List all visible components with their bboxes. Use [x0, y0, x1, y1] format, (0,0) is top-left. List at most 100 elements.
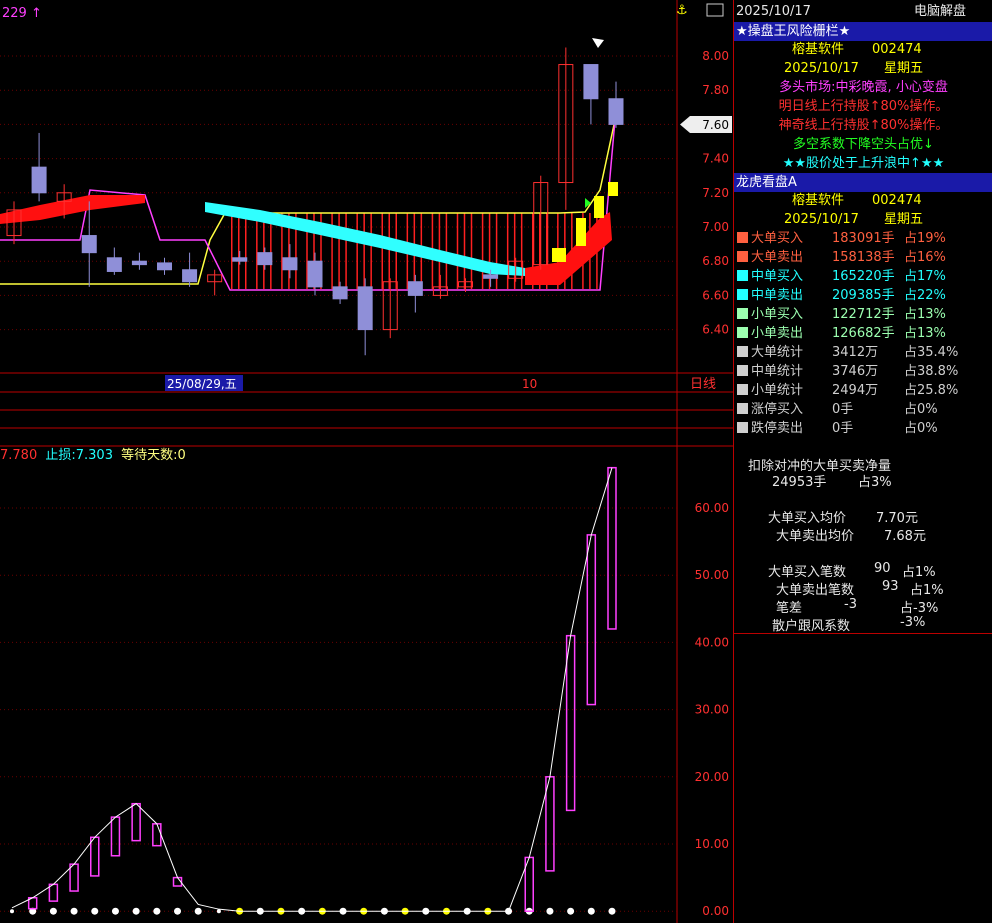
flow-swatch — [737, 403, 748, 414]
flow-label: 大单统计 — [751, 345, 804, 360]
flow-pct: 占13% — [904, 326, 946, 341]
flow-value: 3746万 — [832, 364, 879, 379]
price-tick: 7.20 — [702, 186, 729, 200]
buy-cnt-label: 大单买入笔数 — [768, 565, 847, 580]
date2: 2025/10/17 — [784, 61, 859, 76]
baseline-dot — [49, 907, 57, 915]
flow-value: 0手 — [832, 421, 854, 436]
flow-row: 大单统计 3412万 占35.4% — [734, 343, 992, 362]
sell-avg-label: 大单卖出均价 — [776, 529, 855, 544]
section2-header[interactable]: 龙虎看盘A — [734, 173, 992, 192]
candle-body[interactable] — [31, 166, 47, 194]
stock-code: 002474 — [872, 42, 922, 57]
flow-value: 165220手 — [832, 269, 895, 284]
line2: 明日线上行持股↑80%操作。 — [778, 99, 949, 114]
flow-pct: 占25.8% — [904, 383, 959, 398]
flow-value: 126682手 — [832, 326, 895, 341]
flow-label: 中单统计 — [751, 364, 804, 379]
flow-value: 209385手 — [832, 288, 895, 303]
weekday-2: 星期五 — [884, 212, 924, 227]
flow-swatch — [737, 270, 748, 281]
price-tick: 8.00 — [702, 49, 729, 63]
flow-pct: 占19% — [904, 231, 946, 246]
anchor-icon[interactable]: ⚓ — [676, 3, 688, 18]
baseline-dot — [70, 907, 78, 915]
candle-body[interactable] — [407, 281, 423, 296]
candle-body[interactable] — [257, 252, 273, 266]
sell-avg: 7.68元 — [884, 529, 926, 544]
retail: -3% — [900, 615, 926, 630]
flow-row: 小单卖出 126682手 占13% — [734, 324, 992, 343]
diff-label: 笔差 — [776, 601, 803, 616]
flow-row: 小单统计 2494万 占25.8% — [734, 381, 992, 400]
date3: 2025/10/17 — [784, 212, 859, 227]
flow-pct: 占13% — [904, 307, 946, 322]
candle-body[interactable] — [332, 286, 348, 300]
candle-body[interactable] — [106, 257, 122, 272]
flow-swatch — [737, 384, 748, 395]
sell-cnt: 93 — [882, 579, 899, 594]
flow-pct: 占35.4% — [904, 345, 959, 360]
flow-row: 涨停买入 0手 占0% — [734, 400, 992, 419]
stock-code-2: 002474 — [872, 193, 922, 208]
baseline-dot — [111, 907, 119, 915]
flow-swatch — [737, 365, 748, 376]
section1-header[interactable]: ★操盘王风险栅栏★ — [734, 22, 992, 41]
net-value: 24953手 — [772, 475, 827, 490]
buy-avg-label: 大单买入均价 — [768, 511, 847, 526]
flow-value: 0手 — [832, 402, 854, 417]
candle-body[interactable] — [232, 257, 248, 262]
flow-label: 大单买入 — [751, 231, 804, 246]
right-panel: 2025/10/17 电脑解盘 ★操盘王风险栅栏★ 榕基软件 002474 20… — [733, 0, 992, 923]
price-tick: 7.00 — [702, 220, 729, 234]
diff-pct: 占-3% — [900, 601, 939, 616]
period-label[interactable]: 日线 — [690, 377, 716, 392]
flow-swatch — [737, 346, 748, 357]
price-tick: 7.80 — [702, 83, 729, 97]
signal-box — [552, 248, 566, 262]
top-left-label: 229 ↑ — [2, 6, 42, 21]
flow-row: 中单卖出 209385手 占22% — [734, 286, 992, 305]
flow-swatch — [737, 327, 748, 338]
current-price: 7.60 — [702, 118, 729, 132]
price-tick: 6.60 — [702, 288, 729, 302]
panel-title-right[interactable]: 电脑解盘 — [914, 2, 966, 21]
sell-cnt-label: 大单卖出笔数 — [776, 583, 855, 598]
flow-label: 大单卖出 — [751, 250, 804, 265]
candle-body[interactable] — [307, 260, 323, 288]
flow-pct: 占16% — [904, 250, 946, 265]
candle-body[interactable] — [157, 262, 172, 271]
flow-row: 大单买入 183091手 占19% — [734, 229, 992, 248]
baseline-dot — [91, 907, 99, 915]
flow-swatch — [737, 251, 748, 262]
flow-label: 小单卖出 — [751, 326, 804, 341]
lower-tick: 0.00 — [702, 904, 729, 918]
baseline-dot — [546, 907, 554, 915]
flow-label: 跌停卖出 — [751, 421, 804, 436]
baseline-dot — [153, 907, 161, 915]
lower-tick: 50.00 — [695, 568, 729, 582]
price-tick: 6.80 — [702, 254, 729, 268]
line3: 神奇线上行持股↑80%操作。 — [778, 118, 949, 133]
signal-box — [608, 182, 618, 196]
flow-label: 小单买入 — [751, 307, 804, 322]
flow-label: 涨停买入 — [751, 402, 804, 417]
lower-tick: 30.00 — [695, 703, 729, 717]
candle-body[interactable] — [131, 260, 147, 266]
flow-row: 中单买入 165220手 占17% — [734, 267, 992, 286]
candle-body[interactable] — [608, 98, 624, 125]
signal-box — [576, 218, 586, 246]
candle-body[interactable] — [81, 235, 97, 254]
flow-pct: 占0% — [904, 402, 938, 417]
candle-body[interactable] — [182, 269, 198, 283]
price-tick: 6.40 — [702, 323, 729, 337]
candle-body[interactable] — [483, 274, 499, 279]
candle-body[interactable] — [282, 257, 298, 271]
flow-row: 小单买入 122712手 占13% — [734, 305, 992, 324]
candle-body[interactable] — [583, 64, 599, 100]
baseline-dot — [174, 907, 182, 915]
candle-body[interactable] — [357, 286, 373, 331]
flow-value: 122712手 — [832, 307, 895, 322]
flow-swatch — [737, 308, 748, 319]
sell-cnt-pct: 占1% — [910, 583, 944, 598]
